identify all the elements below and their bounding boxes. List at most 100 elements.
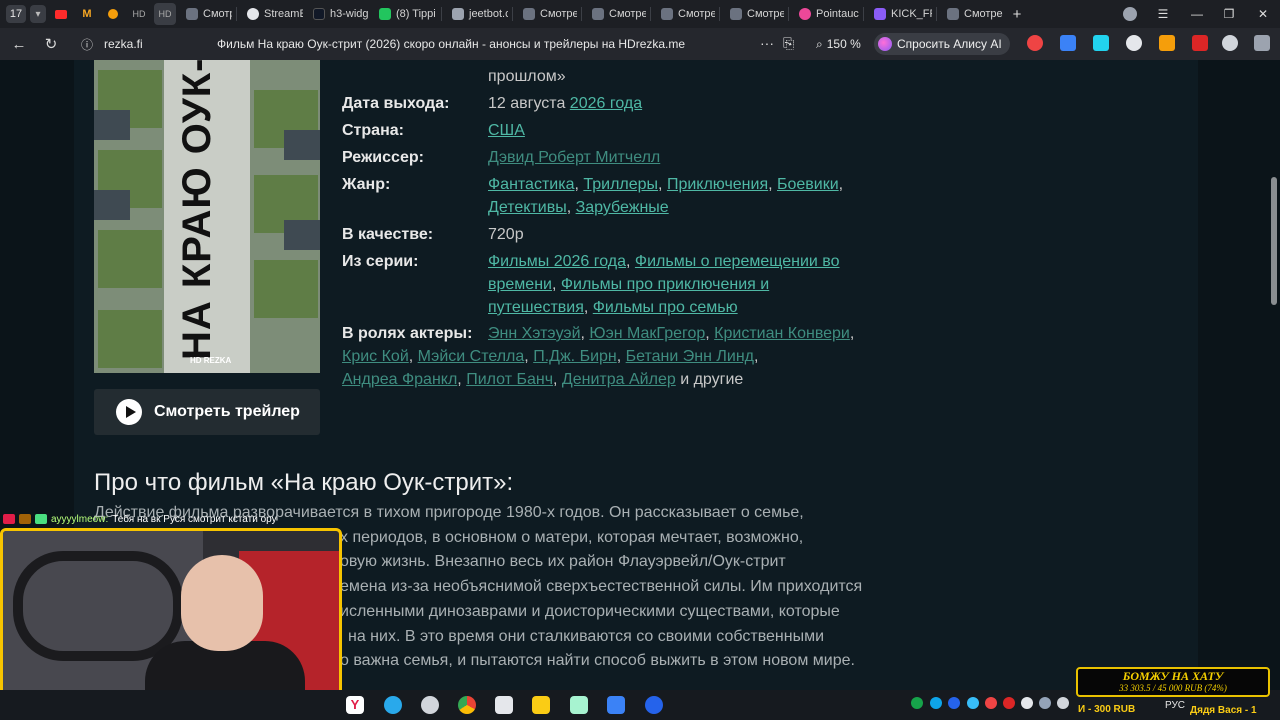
tray-icon[interactable] <box>911 697 923 709</box>
browser-tab[interactable]: StreamE <box>241 3 303 25</box>
pinned-tab-m[interactable]: M <box>76 3 98 25</box>
new-tab-button[interactable]: + <box>1007 3 1027 25</box>
tab-label: jeetbot.c <box>469 8 508 20</box>
tray-icon[interactable] <box>930 697 942 709</box>
tray-icon[interactable] <box>1057 697 1069 709</box>
tray-icon[interactable] <box>1039 697 1051 709</box>
genre-link[interactable]: Приключения <box>667 176 768 193</box>
more-icon[interactable]: ··· <box>760 35 774 51</box>
extension-icon[interactable] <box>1093 35 1109 51</box>
profile-icon[interactable] <box>1113 0 1147 28</box>
poster-house <box>94 190 130 220</box>
actor-link[interactable]: Денитра Айлер <box>562 371 676 388</box>
watch-trailer-button[interactable]: Смотреть трейлер <box>94 389 320 435</box>
browser-tab[interactable]: Смотре <box>655 3 715 25</box>
chrome-icon[interactable] <box>458 696 476 714</box>
extension-icon[interactable] <box>1192 35 1208 51</box>
tray-icon[interactable] <box>1003 697 1015 709</box>
ask-alice-button[interactable]: Спросить Алису AI <box>874 33 1010 55</box>
keyboard-language[interactable]: РУС <box>1165 700 1185 711</box>
browser-tab[interactable]: Смотре <box>941 3 1003 25</box>
country-link[interactable]: США <box>488 122 525 139</box>
tray-icon[interactable] <box>1021 697 1033 709</box>
browser-tab[interactable]: Смотре <box>724 3 784 25</box>
poster-title: НА КРАЮ ОУК-СТРИТ <box>175 60 219 360</box>
browser-tab[interactable]: Смотре <box>586 3 646 25</box>
scrollbar-thumb[interactable] <box>1271 177 1277 305</box>
series-link[interactable]: Фильмы про семью <box>593 299 738 316</box>
genre-link[interactable]: Зарубежные <box>576 199 669 216</box>
browser-tab[interactable]: Pointauc <box>793 3 859 25</box>
app-icon[interactable] <box>607 696 625 714</box>
tab-separator <box>441 7 442 21</box>
tab-counter[interactable]: 17 <box>6 5 26 23</box>
browser-tab[interactable]: jeetbot.c <box>446 3 508 25</box>
actor-link[interactable]: Мэйси Стелла <box>418 348 525 365</box>
downloads-icon[interactable] <box>1254 35 1270 51</box>
translate-icon[interactable] <box>1060 35 1076 51</box>
obs-icon[interactable] <box>421 696 439 714</box>
browser-tab[interactable]: Смотре <box>180 3 232 25</box>
actor-link[interactable]: П.Дж. Бирн <box>533 348 617 365</box>
extension-icon[interactable] <box>1159 35 1175 51</box>
minimize-icon[interactable]: — <box>1180 0 1214 28</box>
browser-tab[interactable]: h3-widg <box>307 3 369 25</box>
telegram-icon[interactable] <box>384 696 402 714</box>
genre-link[interactable]: Боевики <box>777 176 839 193</box>
genre-link[interactable]: Детективы <box>488 199 567 216</box>
actor-link[interactable]: Кристиан Конвери <box>714 325 850 342</box>
film-poster[interactable]: НА КРАЮ ОУК-СТРИТ HD REZKA <box>94 60 320 373</box>
pinned-tab-active[interactable]: HD <box>154 3 176 25</box>
menu-icon[interactable]: ☰ <box>1146 0 1180 28</box>
actor-link[interactable]: Пилот Банч <box>466 371 553 388</box>
genre-link[interactable]: Триллеры <box>583 176 658 193</box>
tab-list-chevron-icon[interactable]: ▾ <box>30 5 46 23</box>
browser-tab[interactable]: KICK_FR <box>868 3 932 25</box>
actor-link[interactable]: Юэн МакГрегор <box>589 325 705 342</box>
pinned-tab-3[interactable] <box>102 3 124 25</box>
tab-separator <box>719 7 720 21</box>
release-year-link[interactable]: 2026 года <box>570 95 642 112</box>
app-icon[interactable] <box>495 696 513 714</box>
director-link[interactable]: Дэвид Роберт Митчелл <box>488 149 660 166</box>
tab-label: KICK_FR <box>891 8 932 20</box>
address-page-title[interactable]: Фильм На краю Оук-стрит (2026) скоро онл… <box>217 37 685 51</box>
app-icon[interactable] <box>570 696 588 714</box>
app-icon[interactable] <box>532 696 550 714</box>
maximize-icon[interactable]: ❐ <box>1212 0 1246 28</box>
back-arrow-icon[interactable]: ← <box>6 31 32 57</box>
extension-icon[interactable] <box>1222 35 1238 51</box>
chat-nickname: ayyyylmeow: <box>51 513 109 525</box>
series-link[interactable]: Фильмы 2026 года <box>488 253 626 270</box>
browser-tab[interactable]: (8) Tippi <box>373 3 437 25</box>
zoom-indicator[interactable]: ⌕ 150 % <box>810 34 867 54</box>
genre-link[interactable]: Фантастика <box>488 176 574 193</box>
release-date: 12 августа <box>488 95 566 112</box>
scrollbar-track[interactable] <box>1268 60 1280 690</box>
app-icon[interactable] <box>645 696 663 714</box>
extension-icon[interactable] <box>1027 35 1043 51</box>
reload-icon[interactable]: ↻ <box>38 31 64 57</box>
tab-favicon <box>379 8 391 20</box>
release-label: Дата выхода: <box>342 95 450 112</box>
extension-icon[interactable] <box>1126 35 1142 51</box>
actor-link[interactable]: Андреа Франкл <box>342 371 457 388</box>
tray-icon[interactable] <box>948 697 960 709</box>
quality-label: В качестве: <box>342 226 434 243</box>
url-text[interactable]: rezka.fi <box>104 37 143 51</box>
close-icon[interactable]: ✕ <box>1246 0 1280 28</box>
actor-link[interactable]: Бетани Энн Линд <box>626 348 754 365</box>
bookmark-icon[interactable]: ⎘ <box>783 35 794 52</box>
pinned-tab-4[interactable]: HD <box>128 3 150 25</box>
chat-badge-icon <box>35 514 47 524</box>
tray-icon[interactable] <box>967 697 979 709</box>
actor-link[interactable]: Энн Хэтэуэй <box>488 325 581 342</box>
actor-link[interactable]: Крис Кой <box>342 348 409 365</box>
tab-favicon <box>947 8 959 20</box>
tray-icon[interactable] <box>985 697 997 709</box>
tab-favicon <box>730 8 742 20</box>
youtube-pinned-tab[interactable] <box>50 3 72 25</box>
site-info-icon[interactable]: ⓘ <box>74 31 100 57</box>
yandex-browser-icon[interactable]: Y <box>346 696 364 714</box>
browser-tab[interactable]: Смотре <box>517 3 577 25</box>
